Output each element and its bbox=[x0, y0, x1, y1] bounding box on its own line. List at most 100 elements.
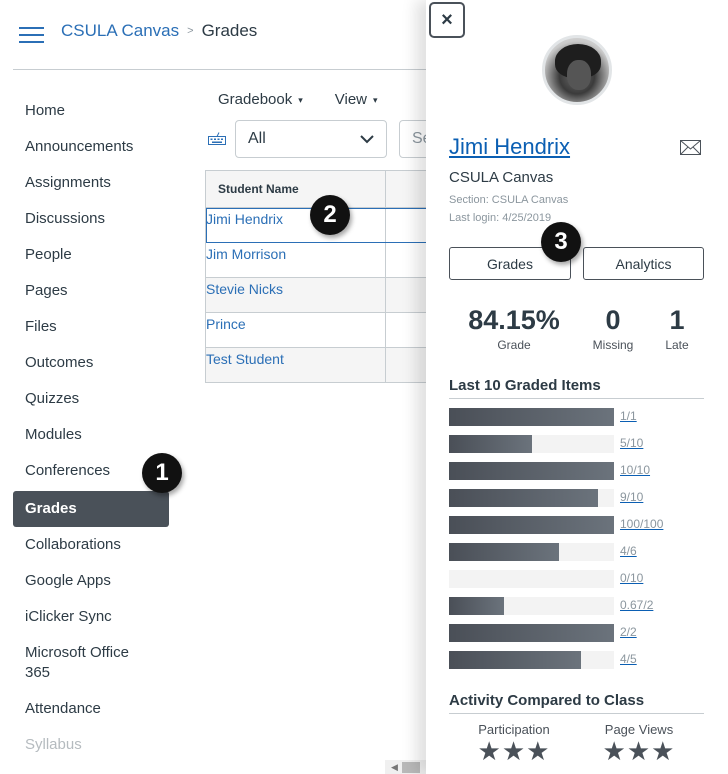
score-bar-track bbox=[449, 543, 614, 561]
graded-item: 10/10 bbox=[449, 462, 719, 489]
score-bar-fill bbox=[449, 489, 598, 507]
column-header-student-name[interactable]: Student Name bbox=[206, 171, 386, 207]
score-bar-track bbox=[449, 462, 614, 480]
view-menu[interactable]: View ▾ bbox=[335, 91, 378, 108]
nav-item-home[interactable]: Home bbox=[13, 93, 169, 129]
breadcrumb: CSULA Canvas > Grades bbox=[61, 21, 257, 41]
score-bar-track bbox=[449, 651, 614, 669]
nav-item-iclicker-sync[interactable]: iClicker Sync bbox=[13, 599, 169, 635]
late-label: Late bbox=[665, 338, 689, 352]
gradebook-menus: Gradebook ▾ View ▾ bbox=[218, 91, 378, 108]
nav-item-discussions[interactable]: Discussions bbox=[13, 201, 169, 237]
score-bar-fill bbox=[449, 408, 614, 426]
nav-item-google-apps[interactable]: Google Apps bbox=[13, 563, 169, 599]
score-link[interactable]: 4/6 bbox=[620, 544, 637, 558]
score-link[interactable]: 4/5 bbox=[620, 652, 637, 666]
page-views-label: Page Views bbox=[604, 722, 674, 737]
graded-item: 2/2 bbox=[449, 624, 719, 651]
score-bar-track bbox=[449, 597, 614, 615]
table-row: Prince bbox=[206, 313, 445, 348]
close-icon: × bbox=[441, 8, 453, 31]
hamburger-icon[interactable] bbox=[19, 27, 44, 44]
graded-item: 9/10 bbox=[449, 489, 719, 516]
chevron-down-icon bbox=[360, 134, 374, 143]
score-bar-fill bbox=[449, 624, 614, 642]
nav-item-microsoft-office-365[interactable]: Microsoft Office 365 bbox=[13, 635, 169, 691]
score-bar-fill bbox=[449, 597, 505, 615]
gradebook-menu[interactable]: Gradebook ▾ bbox=[218, 91, 303, 108]
participation-label: Participation bbox=[478, 722, 550, 737]
score-link[interactable]: 0/10 bbox=[620, 571, 643, 585]
nav-item-pages[interactable]: Pages bbox=[13, 273, 169, 309]
table-row: Stevie Nicks bbox=[206, 278, 445, 313]
activity-title: Activity Compared to Class bbox=[449, 692, 645, 709]
stat-late: 1 Late bbox=[653, 304, 701, 352]
nav-item-announcements[interactable]: Announcements bbox=[13, 129, 169, 165]
nav-item-people[interactable]: People bbox=[13, 237, 169, 273]
table-row: Test Student bbox=[206, 348, 445, 383]
filter-value: All bbox=[248, 130, 266, 147]
student-name-cell[interactable]: Jim Morrison bbox=[206, 243, 386, 277]
graded-item: 0/10 bbox=[449, 570, 719, 597]
student-filter-select[interactable]: All bbox=[235, 120, 387, 158]
scroll-left-icon[interactable]: ◀ bbox=[391, 762, 398, 773]
student-name-link[interactable]: Jimi Hendrix bbox=[449, 134, 570, 160]
late-value: 1 bbox=[669, 305, 685, 335]
student-name-cell[interactable]: Test Student bbox=[206, 348, 386, 382]
score-link[interactable]: 5/10 bbox=[620, 436, 643, 450]
score-bar-fill bbox=[449, 543, 560, 561]
stat-grade: 84.15% Grade bbox=[461, 304, 567, 352]
score-link[interactable]: 10/10 bbox=[620, 463, 650, 477]
score-bar-fill bbox=[449, 462, 614, 480]
graded-item: 100/100 bbox=[449, 516, 719, 543]
missing-value: 0 bbox=[605, 305, 621, 335]
graded-items-title: Last 10 Graded Items bbox=[449, 377, 601, 394]
header-divider bbox=[13, 69, 433, 70]
graded-items-divider bbox=[449, 398, 704, 399]
student-name-cell[interactable]: Jimi Hendrix bbox=[206, 208, 386, 242]
score-link[interactable]: 9/10 bbox=[620, 490, 643, 504]
score-bar-fill bbox=[449, 516, 614, 534]
breadcrumb-course-link[interactable]: CSULA Canvas bbox=[61, 21, 179, 41]
nav-item-quizzes[interactable]: Quizzes bbox=[13, 381, 169, 417]
last-login: Last login: 4/25/2019 bbox=[449, 212, 552, 224]
activity-divider bbox=[449, 713, 704, 714]
score-link[interactable]: 1/1 bbox=[620, 409, 637, 423]
scrollbar-thumb[interactable] bbox=[402, 762, 420, 773]
student-name-cell[interactable]: Prince bbox=[206, 313, 386, 347]
nav-item-attendance[interactable]: Attendance bbox=[13, 691, 169, 727]
score-link[interactable]: 2/2 bbox=[620, 625, 637, 639]
nav-item-syllabus[interactable]: Syllabus bbox=[13, 727, 169, 763]
student-name-cell[interactable]: Stevie Nicks bbox=[206, 278, 386, 312]
gradebook-menu-label: Gradebook bbox=[218, 91, 293, 108]
course-navigation: Home Announcements Assignments Discussions P… bbox=[13, 93, 169, 763]
mail-icon[interactable] bbox=[680, 140, 701, 155]
score-bar-fill bbox=[449, 651, 581, 669]
graded-item: 4/6 bbox=[449, 543, 719, 570]
nav-item-files[interactable]: Files bbox=[13, 309, 169, 345]
nav-item-grades[interactable]: Grades bbox=[13, 491, 169, 527]
horizontal-scrollbar[interactable]: ◀ bbox=[385, 760, 426, 774]
nav-item-assignments[interactable]: Assignments bbox=[13, 165, 169, 201]
graded-item: 5/10 bbox=[449, 435, 719, 462]
score-bar-fill bbox=[449, 435, 532, 453]
score-link[interactable]: 0.67/2 bbox=[620, 598, 653, 612]
keyboard-icon[interactable] bbox=[208, 132, 226, 145]
breadcrumb-current: Grades bbox=[201, 21, 258, 40]
nav-item-outcomes[interactable]: Outcomes bbox=[13, 345, 169, 381]
student-avatar bbox=[542, 35, 612, 105]
nav-item-collaborations[interactable]: Collaborations bbox=[13, 527, 169, 563]
table-row: Jim Morrison bbox=[206, 243, 445, 278]
section-info: Section: CSULA Canvas bbox=[449, 194, 569, 206]
score-bar-track bbox=[449, 408, 614, 426]
nav-item-modules[interactable]: Modules bbox=[13, 417, 169, 453]
graded-item: 1/1 bbox=[449, 408, 719, 435]
callout-badge-2: 2 bbox=[310, 195, 350, 235]
close-tray-button[interactable]: × bbox=[429, 2, 465, 38]
score-link[interactable]: 100/100 bbox=[620, 517, 663, 531]
graded-item: 0.67/2 bbox=[449, 597, 719, 624]
grade-value: 84.15% bbox=[468, 305, 560, 335]
course-name: CSULA Canvas bbox=[449, 169, 554, 186]
analytics-button[interactable]: Analytics bbox=[583, 247, 704, 280]
star-icon: ★★★ bbox=[602, 736, 676, 766]
